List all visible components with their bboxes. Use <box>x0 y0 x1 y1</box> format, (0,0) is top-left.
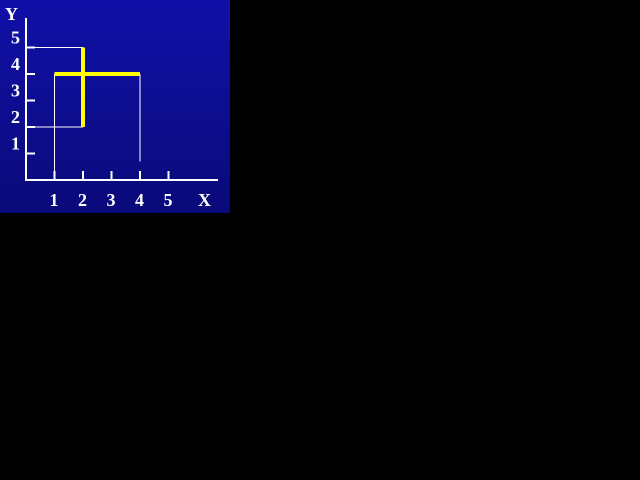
y-axis-title: Y <box>5 4 18 24</box>
x-axis-title: X <box>198 190 211 210</box>
y-tick-label-5: 5 <box>11 28 20 48</box>
x-tick-label-2: 2 <box>78 190 87 210</box>
y-tick-label-3: 3 <box>11 81 20 101</box>
y-tick-label-1: 1 <box>11 134 20 154</box>
x-tick-label-4: 4 <box>135 190 144 210</box>
x-tick-label-3: 3 <box>107 190 116 210</box>
panel-background <box>0 0 230 213</box>
coordinate-diagram: 1 2 3 4 512345 Y X <box>0 0 230 213</box>
x-tick-label-5: 5 <box>164 190 173 210</box>
x-tick-label-1: 1 <box>50 190 59 210</box>
y-tick-label-2: 2 <box>11 107 20 127</box>
diagram-panel: 1234512345 Y X <box>0 0 230 213</box>
y-tick-label-4: 4 <box>11 54 20 74</box>
